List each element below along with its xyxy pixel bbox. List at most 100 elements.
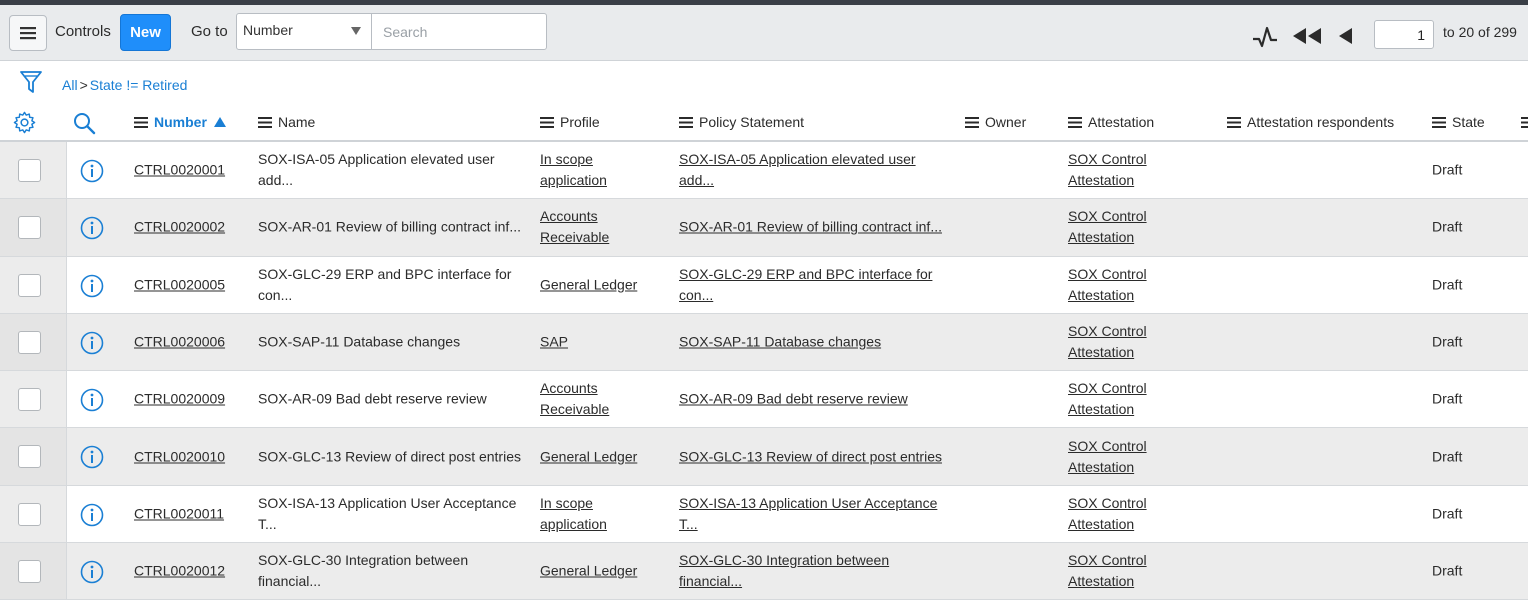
profile-link[interactable]: Accounts Receivable — [540, 206, 660, 248]
column-menu-icon[interactable] — [679, 116, 693, 128]
list-title: Controls — [55, 23, 111, 40]
column-menu-icon[interactable] — [1068, 116, 1082, 128]
row-checkbox[interactable] — [18, 273, 41, 297]
attestation-link[interactable]: SOX Control Attestation — [1068, 493, 1188, 535]
column-menu-icon[interactable] — [1432, 116, 1446, 128]
hamburger-icon — [20, 27, 36, 40]
attestation-link[interactable]: SOX Control Attestation — [1068, 550, 1188, 592]
page-number-input[interactable] — [1374, 20, 1434, 49]
column-menu-icon[interactable] — [1521, 117, 1528, 128]
record-number-link[interactable]: CTRL0020006 — [134, 332, 225, 353]
attestation-link[interactable]: SOX Control Attestation — [1068, 436, 1188, 478]
column-label-name: Name — [278, 114, 316, 130]
row-checkbox[interactable] — [18, 445, 41, 469]
gear-icon[interactable] — [13, 111, 36, 134]
column-label-state: State — [1452, 114, 1485, 130]
policy-statement-link[interactable]: SOX-ISA-13 Application User Acceptance T… — [679, 493, 949, 535]
info-icon[interactable] — [80, 388, 104, 412]
record-number-link[interactable]: CTRL0020002 — [134, 217, 225, 238]
table-header: Number Name Profile Policy Statement Own… — [0, 105, 1528, 142]
profile-link[interactable]: General Ledger — [540, 274, 660, 295]
column-header-attestation-respondents[interactable]: Attestation respondents — [1227, 114, 1394, 130]
record-number-link[interactable]: CTRL0020001 — [134, 160, 225, 181]
column-header-attestation[interactable]: Attestation — [1068, 114, 1154, 130]
table-row: CTRL0020005 SOX-GLC-29 ERP and BPC inter… — [0, 256, 1528, 314]
record-name: SOX-ISA-13 Application User Acceptance T… — [258, 494, 517, 532]
context-menu-button[interactable] — [9, 15, 47, 51]
row-checkbox[interactable] — [18, 502, 41, 526]
policy-statement-link[interactable]: SOX-AR-09 Bad debt reserve review — [679, 389, 949, 410]
attestation-link[interactable]: SOX Control Attestation — [1068, 206, 1188, 248]
info-icon[interactable] — [80, 445, 104, 469]
info-icon[interactable] — [80, 503, 104, 527]
first-page-icon[interactable] — [1292, 25, 1322, 47]
activity-pulse-icon[interactable] — [1252, 24, 1278, 50]
column-header-policy-statement[interactable]: Policy Statement — [679, 114, 804, 130]
profile-link[interactable]: In scope application — [540, 493, 660, 535]
info-icon[interactable] — [80, 274, 104, 298]
column-menu-icon[interactable] — [540, 116, 554, 128]
info-icon[interactable] — [80, 216, 104, 240]
row-checkbox[interactable] — [18, 159, 41, 182]
table-row: CTRL0020011 SOX-ISA-13 Application User … — [0, 485, 1528, 544]
record-number-link[interactable]: CTRL0020011 — [134, 503, 224, 524]
profile-link[interactable]: In scope application — [540, 149, 660, 191]
policy-statement-link[interactable]: SOX-ISA-05 Application elevated user add… — [679, 149, 949, 191]
row-select-cell — [0, 256, 67, 313]
column-menu-icon[interactable] — [965, 116, 979, 128]
attestation-link[interactable]: SOX Control Attestation — [1068, 264, 1188, 306]
info-icon[interactable] — [80, 331, 104, 355]
row-checkbox[interactable] — [18, 216, 41, 240]
column-header-name[interactable]: Name — [258, 114, 315, 130]
record-name: SOX-SAP-11 Database changes — [258, 333, 461, 350]
breadcrumb-state-filter[interactable]: State != Retired — [90, 77, 188, 93]
column-label-profile: Profile — [560, 114, 600, 130]
column-header-state[interactable]: State — [1432, 114, 1485, 130]
attestation-link[interactable]: SOX Control Attestation — [1068, 378, 1188, 420]
table-row: CTRL0020006 SOX-SAP-11 Database changes … — [0, 313, 1528, 372]
profile-link[interactable]: General Ledger — [540, 561, 660, 582]
breadcrumb-all[interactable]: All — [62, 77, 78, 93]
previous-page-icon[interactable] — [1337, 25, 1353, 47]
policy-statement-link[interactable]: SOX-GLC-30 Integration between financial… — [679, 550, 949, 592]
column-label-policy-statement: Policy Statement — [699, 114, 805, 130]
profile-link[interactable]: Accounts Receivable — [540, 378, 660, 420]
goto-field-select[interactable]: Number — [236, 13, 372, 50]
policy-statement-link[interactable]: SOX-GLC-13 Review of direct post entries — [679, 446, 949, 467]
profile-link[interactable]: SAP — [540, 332, 660, 353]
profile-link[interactable]: General Ledger — [540, 446, 660, 467]
list-toolbar: Controls New Go to Number to 20 of 299 — [0, 5, 1528, 61]
search-input[interactable] — [371, 13, 547, 50]
row-checkbox[interactable] — [18, 330, 41, 354]
info-icon[interactable] — [80, 560, 104, 584]
record-number-link[interactable]: CTRL0020010 — [134, 446, 225, 467]
search-icon[interactable] — [72, 111, 96, 135]
policy-statement-link[interactable]: SOX-SAP-11 Database changes — [679, 332, 949, 353]
record-state: Draft — [1432, 161, 1463, 178]
record-name: SOX-GLC-30 Integration between financial… — [258, 552, 469, 590]
attestation-link[interactable]: SOX Control Attestation — [1068, 321, 1188, 363]
policy-statement-link[interactable]: SOX-AR-01 Review of billing contract inf… — [679, 217, 949, 238]
record-number-link[interactable]: CTRL0020012 — [134, 561, 225, 582]
record-number-link[interactable]: CTRL0020009 — [134, 389, 225, 410]
goto-label: Go to — [191, 23, 228, 40]
column-menu-icon[interactable] — [134, 116, 148, 128]
dropdown-caret-icon — [351, 27, 361, 35]
row-select-cell — [0, 543, 67, 600]
filter-icon[interactable] — [19, 69, 43, 95]
column-header-profile[interactable]: Profile — [540, 114, 600, 130]
row-select-cell — [0, 485, 67, 543]
record-name: SOX-ISA-05 Application elevated user add… — [258, 151, 495, 189]
attestation-link[interactable]: SOX Control Attestation — [1068, 149, 1188, 191]
row-checkbox[interactable] — [18, 388, 41, 412]
record-number-link[interactable]: CTRL0020005 — [134, 274, 225, 295]
policy-statement-link[interactable]: SOX-GLC-29 ERP and BPC interface for con… — [679, 264, 949, 306]
row-checkbox[interactable] — [18, 560, 41, 584]
column-menu-icon[interactable] — [258, 116, 272, 128]
column-header-number[interactable]: Number — [134, 114, 226, 130]
table-body: CTRL0020001 SOX-ISA-05 Application eleva… — [0, 142, 1528, 601]
column-menu-icon[interactable] — [1227, 116, 1241, 128]
info-icon[interactable] — [80, 159, 104, 183]
new-button[interactable]: New — [120, 14, 171, 51]
column-header-owner[interactable]: Owner — [965, 114, 1026, 130]
